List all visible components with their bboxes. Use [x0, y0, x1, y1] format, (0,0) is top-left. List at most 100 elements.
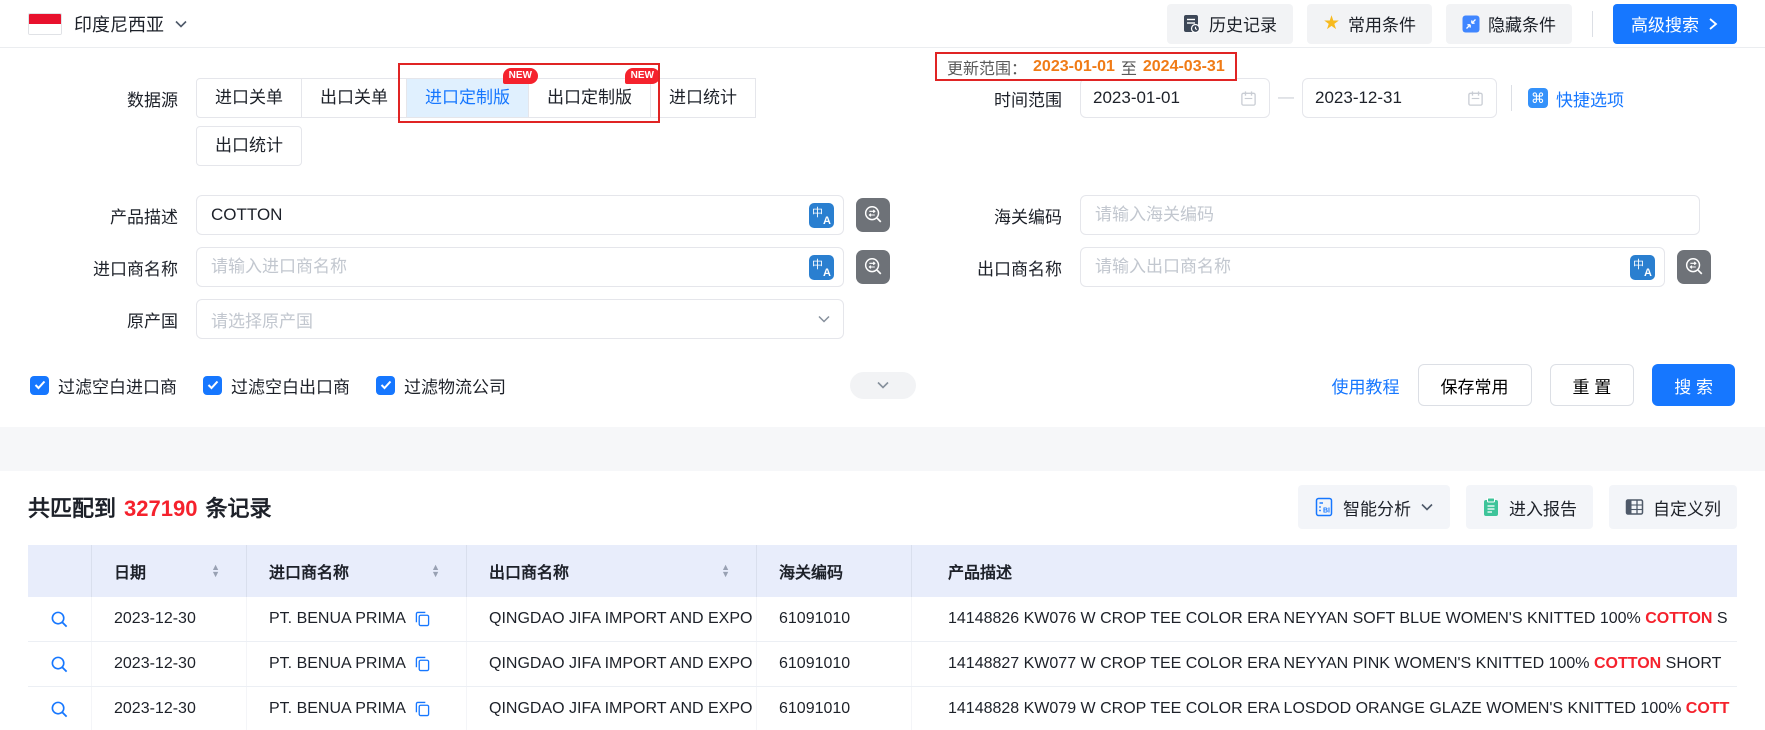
favorites-label: 常用条件	[1348, 11, 1416, 36]
product-desc-input[interactable]	[196, 195, 844, 235]
collapse-filters-pill[interactable]	[850, 372, 916, 399]
sort-toggle[interactable]: ▲▼	[721, 564, 730, 578]
copy-icon[interactable]	[415, 701, 430, 717]
checkbox-checked-icon	[203, 376, 222, 395]
tutorial-link[interactable]: 使用教程	[1332, 373, 1400, 398]
row-detail-magnifier-icon[interactable]	[50, 700, 69, 719]
time-divider	[1511, 85, 1512, 111]
columns-icon	[1625, 498, 1644, 516]
keyword-highlight: COTTON	[1645, 610, 1712, 627]
results-table: 日期 ▲▼ 进口商名称 ▲▼ 出口商名称 ▲▼ 海关编码 产品描述	[28, 545, 1737, 730]
checkbox-checked-icon	[30, 376, 49, 395]
checkbox-filter-blank-exporter[interactable]: 过滤空白出口商	[203, 373, 350, 398]
time-end-input[interactable]: 2023-12-31	[1302, 78, 1497, 118]
header-cell-exporter: 出口商名称 ▲▼	[467, 545, 757, 597]
results-header: 共匹配到327190条记录 BI 智能分析 进入报告 自定义列	[28, 485, 1737, 529]
bi-analysis-icon: BI	[1314, 497, 1334, 517]
save-common-button[interactable]: 保存常用	[1418, 364, 1532, 406]
calendar-icon	[1467, 90, 1484, 107]
tab-export-customs[interactable]: 出口关单	[301, 78, 407, 118]
tab-export-custom-edition[interactable]: 出口定制版NEW	[528, 78, 651, 118]
exporter-input[interactable]	[1080, 247, 1665, 287]
favorites-button[interactable]: ★ 常用条件	[1307, 4, 1432, 44]
translate-icon[interactable]: 中A	[809, 203, 834, 228]
quick-options-button[interactable]: ⌘ 快捷选项	[1528, 86, 1624, 111]
filter-bottom-row: 过滤空白进口商 过滤空白出口商 过滤物流公司 使用教程 保存常用 重 置 搜 索	[0, 363, 1765, 407]
tab-import-statistics[interactable]: 进口统计	[650, 78, 756, 118]
cell-hs-code: 61091010	[757, 687, 912, 730]
history-button[interactable]: 历史记录	[1167, 4, 1293, 44]
origin-select[interactable]: 请选择原产国	[196, 299, 844, 339]
tab-import-customs[interactable]: 进口关单	[196, 78, 302, 118]
translate-icon[interactable]: 中A	[809, 255, 834, 280]
row-detail-magnifier-icon[interactable]	[50, 655, 69, 674]
origin-row: 原产国 请选择原产国	[0, 299, 880, 339]
header-cell-product-desc: 产品描述	[912, 545, 1737, 597]
search-button[interactable]: 搜 索	[1652, 364, 1735, 406]
row-detail-magnifier-icon[interactable]	[50, 610, 69, 629]
chevron-down-icon	[817, 312, 831, 326]
checkbox-filter-blank-importer[interactable]: 过滤空白进口商	[30, 373, 177, 398]
enter-report-button[interactable]: 进入报告	[1466, 485, 1593, 529]
tab-import-custom-edition[interactable]: 进口定制版NEW	[406, 78, 529, 118]
hide-conditions-label: 隐藏条件	[1488, 11, 1556, 36]
data-source-row2: 出口统计	[0, 126, 880, 166]
fuzzy-search-toggle[interactable]	[1677, 250, 1711, 284]
cell-importer: PT. BENUA PRIMA	[247, 642, 467, 686]
smart-analysis-label: 智能分析	[1343, 495, 1411, 520]
custom-columns-button[interactable]: 自定义列	[1609, 485, 1737, 529]
checkbox-filter-logistics[interactable]: 过滤物流公司	[376, 373, 506, 398]
country-selector[interactable]: 印度尼西亚	[74, 11, 188, 37]
translate-icon[interactable]: 中A	[1630, 255, 1655, 280]
results-section: 共匹配到327190条记录 BI 智能分析 进入报告 自定义列	[0, 485, 1765, 730]
exporter-row: 出口商名称 中A	[880, 247, 1765, 287]
quick-options-label: 快捷选项	[1556, 86, 1624, 111]
trade-data-app: 印度尼西亚 历史记录 ★ 常用条件 隐藏条件 高级搜索 更新范围：	[0, 0, 1765, 730]
importer-row: 进口商名称 中A	[0, 247, 880, 287]
data-source-row: 数据源 进口关单 出口关单 进口定制版NEW 出口定制版NEW 进口统计	[0, 78, 880, 118]
svg-text:BI: BI	[1323, 508, 1330, 515]
section-separator	[0, 427, 1765, 471]
filter-panel: 数据源 进口关单 出口关单 进口定制版NEW 出口定制版NEW 进口统计 出口统…	[0, 48, 1765, 407]
update-range-end: 2024-03-31	[1143, 58, 1225, 76]
date-dash: —	[1278, 89, 1294, 107]
cell-date: 2023-12-30	[92, 642, 247, 686]
importer-input[interactable]	[196, 247, 844, 287]
origin-placeholder: 请选择原产国	[211, 307, 313, 332]
report-icon	[1482, 497, 1500, 517]
time-start-input[interactable]: 2023-01-01	[1080, 78, 1270, 118]
tab-export-statistics[interactable]: 出口统计	[196, 126, 302, 166]
enter-report-label: 进入报告	[1509, 495, 1577, 520]
table-header-row: 日期 ▲▼ 进口商名称 ▲▼ 出口商名称 ▲▼ 海关编码 产品描述	[28, 545, 1737, 597]
advanced-search-label: 高级搜索	[1631, 11, 1699, 36]
origin-label: 原产国	[0, 307, 196, 332]
record-summary: 共匹配到327190条记录	[28, 491, 271, 523]
topbar-divider	[1592, 11, 1593, 37]
update-range-box: 更新范围： 2023-01-01 至 2024-03-31	[935, 52, 1237, 81]
history-label: 历史记录	[1209, 11, 1277, 36]
smart-analysis-button[interactable]: BI 智能分析	[1298, 485, 1450, 529]
hide-conditions-button[interactable]: 隐藏条件	[1446, 4, 1572, 44]
keyword-highlight: COTTON	[1594, 655, 1661, 672]
hs-code-input[interactable]	[1080, 195, 1700, 235]
chevron-right-icon	[1707, 17, 1719, 31]
sort-toggle[interactable]: ▲▼	[211, 564, 220, 578]
data-source-label: 数据源	[0, 86, 196, 111]
time-range-label: 时间范围	[880, 86, 1080, 111]
cell-exporter: QINGDAO JIFA IMPORT AND EXPO	[467, 642, 757, 686]
filter-checkboxes: 过滤空白进口商 过滤空白出口商 过滤物流公司	[30, 373, 506, 398]
table-row: 2023-12-30 PT. BENUA PRIMA QINGDAO JIFA …	[28, 687, 1737, 730]
new-badge: NEW	[625, 68, 660, 84]
importer-label: 进口商名称	[0, 255, 196, 280]
copy-icon[interactable]	[415, 611, 430, 627]
cell-exporter: QINGDAO JIFA IMPORT AND EXPO	[467, 687, 757, 730]
new-badge: NEW	[503, 68, 538, 84]
cell-importer: PT. BENUA PRIMA	[247, 687, 467, 730]
cell-product-desc: 14148826 KW076 W CROP TEE COLOR ERA NEYY…	[912, 597, 1737, 641]
advanced-search-button[interactable]: 高级搜索	[1613, 4, 1737, 44]
cell-date: 2023-12-30	[92, 687, 247, 730]
reset-button[interactable]: 重 置	[1550, 364, 1635, 406]
table-row: 2023-12-30 PT. BENUA PRIMA QINGDAO JIFA …	[28, 642, 1737, 687]
sort-toggle[interactable]: ▲▼	[431, 564, 440, 578]
copy-icon[interactable]	[415, 656, 430, 672]
